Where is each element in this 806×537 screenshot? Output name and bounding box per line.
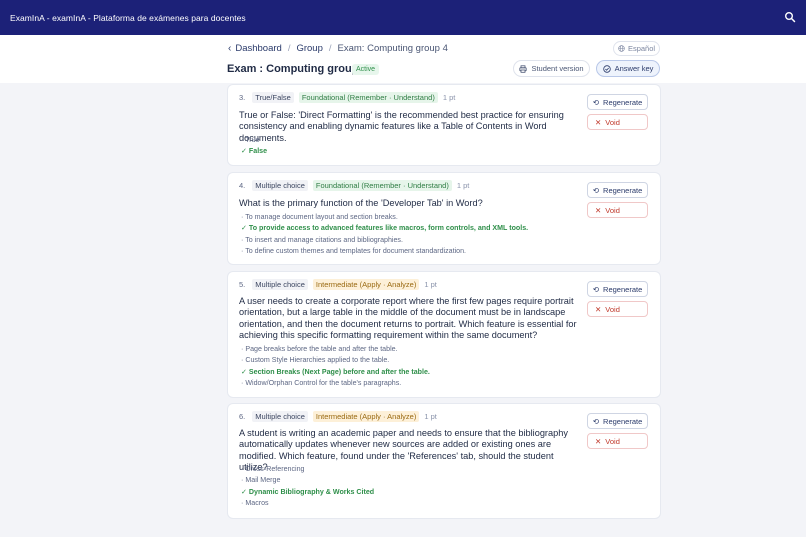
close-icon: ✕ <box>595 437 602 446</box>
option-item: · To insert and manage citations and bib… <box>241 235 403 244</box>
refresh-icon: ⟲ <box>592 185 600 195</box>
breadcrumb: ‹ Dashboard / Group / Exam: Computing gr… <box>228 43 448 54</box>
option-item: · Widow/Orphan Control for the table's p… <box>241 378 402 387</box>
page-title: Exam : Computing group 4 <box>227 63 368 75</box>
status-badge: Active <box>352 64 380 75</box>
option-item-correct: ✓ Dynamic Bibliography & Works Cited <box>241 487 375 496</box>
breadcrumb-current: Exam: Computing group 4 <box>337 43 448 54</box>
page-header: ‹ Dashboard / Group / Exam: Computing gr… <box>0 35 806 83</box>
app-top-bar: ExamInA - examInA - Plataforma de exámen… <box>0 0 806 35</box>
answer-key-label: Answer key <box>614 64 654 73</box>
regenerate-label: Regenerate <box>603 416 643 426</box>
question-type-tag: Multiple choice <box>252 180 308 191</box>
question-card: 5. Multiple choice Intermediate (Apply ·… <box>228 272 660 397</box>
option-item: · Cross-Referencing <box>241 465 305 473</box>
option-item: · To manage document layout and section … <box>241 213 398 221</box>
printer-icon <box>519 64 528 73</box>
refresh-icon: ⟲ <box>592 97 600 107</box>
question-number: 6. <box>239 412 246 421</box>
void-button[interactable]: ✕ Void <box>587 202 648 218</box>
question-points: 1 pt <box>424 412 437 421</box>
void-button[interactable]: ✕ Void <box>587 433 648 449</box>
question-meta: 4. Multiple choice Foundational (Remembe… <box>239 180 469 191</box>
close-icon: ✕ <box>595 305 602 314</box>
chevron-left-icon: ‹ <box>228 43 232 54</box>
void-label: Void <box>605 118 620 127</box>
difficulty-tag: Intermediate (Apply · Analyze) <box>312 279 420 290</box>
question-meta: 3. True/False Foundational (Remember · U… <box>239 92 455 103</box>
void-label: Void <box>605 437 620 446</box>
option-item: · True <box>241 136 260 144</box>
breadcrumb-separator: / <box>287 43 291 54</box>
answer-key-button[interactable]: Answer key <box>596 60 660 77</box>
question-type-tag: Multiple choice <box>252 411 308 422</box>
option-item: · To define custom themes and templates … <box>241 246 467 255</box>
options-list: · True ✓ False <box>241 135 267 158</box>
question-text: True or False: 'Direct Formatting' is th… <box>239 110 564 143</box>
question-points: 1 pt <box>442 93 456 102</box>
regenerate-label: Regenerate <box>603 185 643 195</box>
breadcrumb-dashboard[interactable]: Dashboard <box>235 43 281 54</box>
regenerate-button[interactable]: ⟲ Regenerate <box>587 94 648 110</box>
regenerate-button[interactable]: ⟲ Regenerate <box>587 413 648 429</box>
question-text: What is the primary function of the 'Dev… <box>239 198 483 208</box>
options-list: · To manage document layout and section … <box>241 212 528 257</box>
regenerate-button[interactable]: ⟲ Regenerate <box>587 281 648 297</box>
question-meta: 5. Multiple choice Intermediate (Apply ·… <box>239 279 437 290</box>
option-item: · Mail Merge <box>241 476 281 485</box>
option-item: · Page breaks before the table and after… <box>241 345 398 353</box>
language-label: Español <box>627 44 656 53</box>
question-text: A user needs to create a corporate repor… <box>239 296 577 341</box>
question-card: 6. Multiple choice Intermediate (Apply ·… <box>228 404 660 518</box>
regenerate-label: Regenerate <box>603 97 643 107</box>
breadcrumb-group[interactable]: Group <box>296 43 322 54</box>
option-item: · Custom Style Hierarchies applied to th… <box>241 356 390 365</box>
regenerate-label: Regenerate <box>603 284 643 294</box>
refresh-icon: ⟲ <box>592 284 600 294</box>
check-circle-icon <box>602 64 611 73</box>
difficulty-tag: Foundational (Remember · Understand) <box>298 92 438 103</box>
language-selector[interactable]: Español <box>613 41 660 56</box>
question-number: 4. <box>239 181 246 190</box>
question-number: 5. <box>239 280 246 289</box>
regenerate-button[interactable]: ⟲ Regenerate <box>587 182 648 198</box>
question-points: 1 pt <box>456 181 470 190</box>
student-version-button[interactable]: Student version <box>513 60 590 77</box>
option-item-correct: ✓ To provide access to advanced features… <box>241 224 529 233</box>
option-item-correct: ✓ Section Breaks (Next Page) before and … <box>241 367 430 376</box>
option-item: · Macros <box>241 498 269 507</box>
globe-icon <box>618 45 625 52</box>
options-list: · Page breaks before the table and after… <box>241 344 430 389</box>
search-icon[interactable] <box>784 11 796 23</box>
question-card: 4. Multiple choice Foundational (Remembe… <box>228 173 660 264</box>
void-button[interactable]: ✕ Void <box>587 301 648 317</box>
void-label: Void <box>605 305 620 314</box>
question-type-tag: Multiple choice <box>252 279 308 290</box>
question-type-tag: True/False <box>252 92 294 103</box>
question-card: 3. True/False Foundational (Remember · U… <box>228 85 660 165</box>
void-button[interactable]: ✕ Void <box>587 114 648 130</box>
options-list: · Cross-Referencing · Mail Merge ✓ Dynam… <box>241 464 374 509</box>
app-title: ExamInA - examInA - Plataforma de exámen… <box>10 12 246 23</box>
question-points: 1 pt <box>424 280 437 289</box>
refresh-icon: ⟲ <box>592 416 600 426</box>
difficulty-tag: Foundational (Remember · Understand) <box>312 180 452 191</box>
question-number: 3. <box>239 93 246 102</box>
student-version-label: Student version <box>531 64 584 73</box>
close-icon: ✕ <box>595 206 602 215</box>
void-label: Void <box>605 206 620 215</box>
difficulty-tag: Intermediate (Apply · Analyze) <box>312 411 420 422</box>
option-item-correct: ✓ False <box>241 147 268 156</box>
question-meta: 6. Multiple choice Intermediate (Apply ·… <box>239 411 437 422</box>
close-icon: ✕ <box>595 118 602 127</box>
breadcrumb-separator: / <box>328 43 332 54</box>
